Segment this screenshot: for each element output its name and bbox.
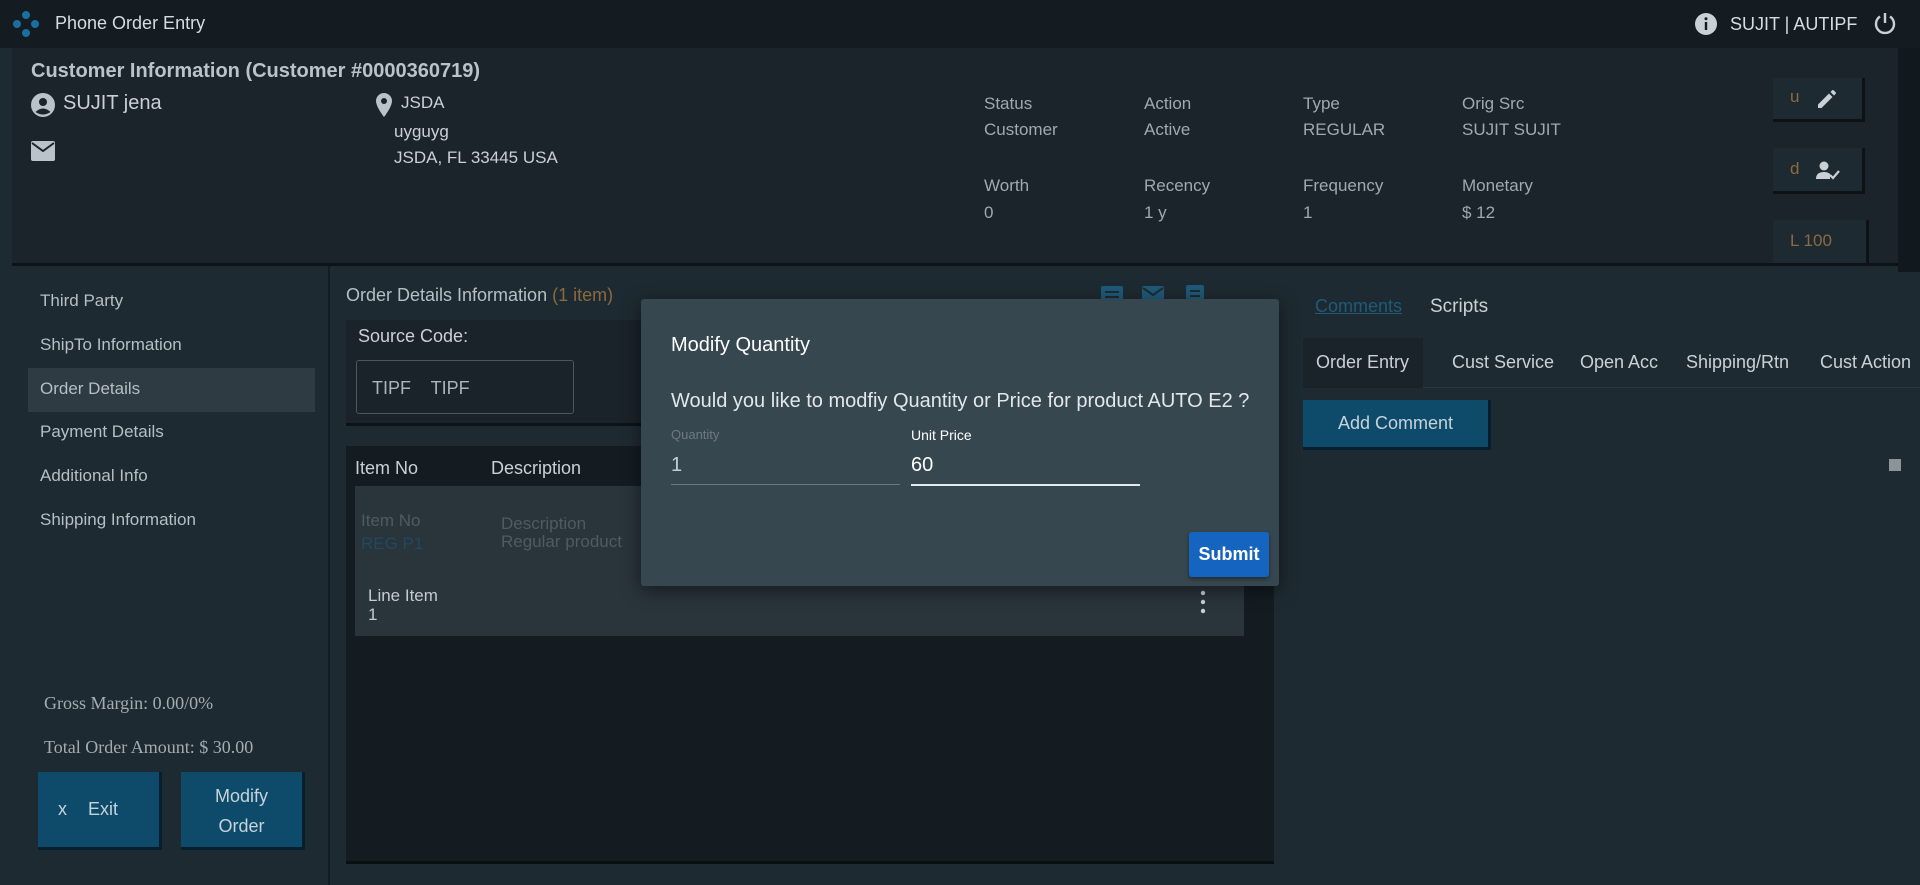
top-bar (0, 0, 1920, 48)
edit-button-label: u (1790, 87, 1800, 106)
edit-icon (1818, 90, 1836, 108)
row-item-no-label: Item No (361, 511, 421, 530)
resize-handle[interactable] (1889, 459, 1901, 471)
stat-value-type: REGULAR (1303, 120, 1386, 139)
stat-value-frequency: 1 (1303, 203, 1313, 222)
column-header-item-no: Item No (355, 458, 419, 478)
scrollbar[interactable] (1898, 48, 1920, 272)
stat-label-monetary: Monetary (1462, 176, 1533, 195)
exit-label: Exit (88, 799, 119, 819)
row-description-label: Description (501, 514, 587, 533)
edit-customer-button[interactable]: u (1773, 78, 1865, 122)
subtab-cust-action[interactable]: Cust Action (1820, 352, 1911, 373)
address-name: JSDA (401, 93, 445, 112)
dialog-title: Modify Quantity (671, 334, 810, 356)
subtab-cust-action-clip: Cust Action (1800, 338, 1920, 388)
stat-value-monetary: $ 12 (1462, 203, 1496, 222)
subtab-order-entry[interactable]: Order Entry (1316, 352, 1409, 373)
nav-item-additional-info[interactable]: Additional Info (28, 455, 315, 499)
person-icon (31, 93, 55, 117)
nav-item-third-party[interactable]: Third Party (28, 280, 315, 324)
mail-icon[interactable] (30, 140, 56, 162)
stat-label-status: Status (984, 94, 1033, 113)
stat-label-recency: Recency (1144, 176, 1211, 195)
power-icon[interactable] (1872, 11, 1898, 37)
stat-label-type: Type (1303, 94, 1340, 113)
tab-scripts[interactable]: Scripts (1430, 296, 1488, 318)
order-item-count: (1 item) (552, 285, 614, 305)
nav-item-shipping-information[interactable]: Shipping Information (28, 499, 315, 543)
limit-button-label: L 100 (1790, 231, 1832, 250)
stat-label-frequency: Frequency (1303, 176, 1384, 195)
exit-x-label: x (58, 799, 67, 819)
add-comment-button[interactable]: Add Comment (1303, 400, 1491, 450)
stat-value-recency: 1 y (1144, 203, 1167, 222)
stat-value-worth: 0 (984, 203, 994, 222)
nav-item-payment-details[interactable]: Payment Details (28, 411, 315, 455)
stat-label-orig-src: Orig Src (1462, 94, 1525, 113)
user-label[interactable]: SUJIT | AUTIPF (1730, 14, 1857, 35)
limit-button[interactable]: L 100 (1773, 220, 1869, 266)
quantity-field[interactable]: 1 (671, 454, 682, 477)
row-line-item-label: Line Item (368, 586, 438, 605)
row-line-item-value: 1 (368, 605, 378, 624)
source-code-value: TIPF TIPF (372, 378, 470, 398)
order-details-title-text: Order Details Information (346, 285, 548, 305)
stat-value-status: Customer (984, 120, 1058, 139)
unit-price-underline (911, 484, 1140, 486)
subtab-open-acc[interactable]: Open Acc (1580, 352, 1658, 373)
modify-order-button[interactable]: Modify Order (181, 772, 305, 850)
exit-button[interactable]: x Exit (38, 772, 162, 850)
nav-item-shipto-information[interactable]: ShipTo Information (28, 324, 315, 368)
verify-button-label: d (1790, 159, 1800, 178)
tab-comments[interactable]: Comments (1315, 296, 1402, 317)
app-title: Phone Order Entry (55, 13, 206, 33)
subtab-cust-service[interactable]: Cust Service (1452, 352, 1554, 373)
column-header-description: Description (491, 458, 582, 478)
app-logo-icon[interactable] (12, 10, 40, 38)
address-line1: uyguyg (394, 122, 449, 141)
dialog-question: Would you like to modfiy Quantity or Pri… (671, 390, 1250, 412)
modify-order-label-line2: Order (218, 816, 265, 836)
source-code-label: Source Code: (358, 326, 469, 346)
customer-title: Customer Information (Customer #00003607… (31, 60, 481, 82)
info-icon[interactable] (1694, 12, 1718, 36)
row-description-value: Regular product (501, 532, 622, 551)
verify-customer-button[interactable]: d (1773, 148, 1865, 194)
quantity-label: Quantity (671, 427, 720, 442)
stat-label-worth: Worth (984, 176, 1030, 195)
submit-button[interactable]: Submit (1189, 532, 1269, 577)
customer-name: SUJIT jena (63, 92, 162, 114)
order-details-title: Order Details Information (1 item) (346, 285, 613, 306)
person-check-icon (1816, 161, 1840, 180)
modify-order-label-line1: Modify (214, 786, 268, 806)
gross-margin: Gross Margin: 0.00/0% (44, 693, 214, 713)
location-pin-icon (376, 93, 392, 117)
stat-value-orig-src: SUJIT SUJIT (1462, 120, 1561, 139)
stat-value-action: Active (1144, 120, 1191, 139)
unit-price-field[interactable] (911, 454, 1140, 477)
row-item-no-value[interactable]: REG P1 (361, 534, 423, 554)
address-line2: JSDA, FL 33445 USA (394, 148, 558, 167)
more-vert-icon[interactable] (1198, 590, 1208, 614)
unit-price-label: Unit Price (911, 427, 972, 443)
nav-item-order-details[interactable]: Order Details (28, 368, 315, 412)
stat-label-action: Action (1144, 94, 1192, 113)
quantity-underline (671, 484, 900, 485)
total-order-amount: Total Order Amount: $ 30.00 (44, 737, 254, 757)
subtab-shipping-rtn[interactable]: Shipping/Rtn (1686, 352, 1789, 373)
